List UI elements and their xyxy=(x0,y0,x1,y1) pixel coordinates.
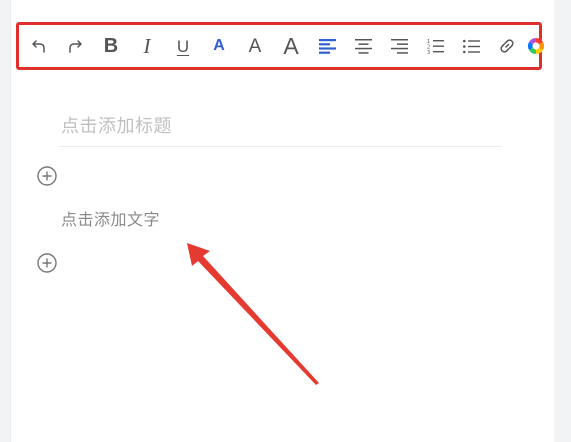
bullet-list-button[interactable] xyxy=(453,28,489,64)
bold-button[interactable]: B xyxy=(93,28,129,64)
align-center-button[interactable] xyxy=(345,28,381,64)
bullet-list-icon xyxy=(462,39,480,53)
bold-icon: B xyxy=(103,35,119,57)
undo-button[interactable] xyxy=(21,28,57,64)
color-picker-button[interactable] xyxy=(525,28,547,64)
redo-icon xyxy=(69,40,82,53)
align-right-icon xyxy=(390,38,408,54)
font-size-medium-button[interactable]: A xyxy=(237,28,273,64)
font-size-large-icon: A xyxy=(283,32,299,59)
color-wheel-icon xyxy=(528,38,544,54)
align-left-icon xyxy=(318,38,336,54)
font-color-button[interactable]: A xyxy=(201,28,237,64)
add-block-button[interactable] xyxy=(37,166,57,186)
link-button[interactable] xyxy=(489,28,525,64)
ordered-list-icon: 1 2 3 xyxy=(427,39,444,54)
italic-button[interactable]: I xyxy=(129,28,165,64)
font-color-icon: A xyxy=(213,37,225,54)
align-right-button[interactable] xyxy=(381,28,417,64)
ordered-list-button[interactable]: 1 2 3 xyxy=(417,28,453,64)
link-icon xyxy=(500,39,514,53)
undo-icon xyxy=(32,40,45,53)
underline-icon: U xyxy=(176,36,190,56)
add-block-button[interactable] xyxy=(37,253,57,273)
text-placeholder[interactable]: 点击添加文字 xyxy=(61,206,160,230)
underline-button[interactable]: U xyxy=(165,28,201,64)
side-panel-edge xyxy=(554,0,571,442)
italic-icon: I xyxy=(143,33,151,58)
title-divider xyxy=(60,146,501,147)
font-size-medium-icon: A xyxy=(248,35,262,57)
plus-circle-icon xyxy=(37,253,57,273)
title-placeholder[interactable]: 点击添加标题 xyxy=(61,112,172,138)
align-left-button[interactable] xyxy=(309,28,345,64)
svg-text:3: 3 xyxy=(427,50,430,54)
font-size-large-button[interactable]: A xyxy=(273,28,309,64)
plus-circle-icon xyxy=(37,166,57,186)
align-center-icon xyxy=(354,38,372,54)
formatting-toolbar: B I U A A A 1 2 3 xyxy=(16,22,544,70)
redo-button[interactable] xyxy=(57,28,93,64)
